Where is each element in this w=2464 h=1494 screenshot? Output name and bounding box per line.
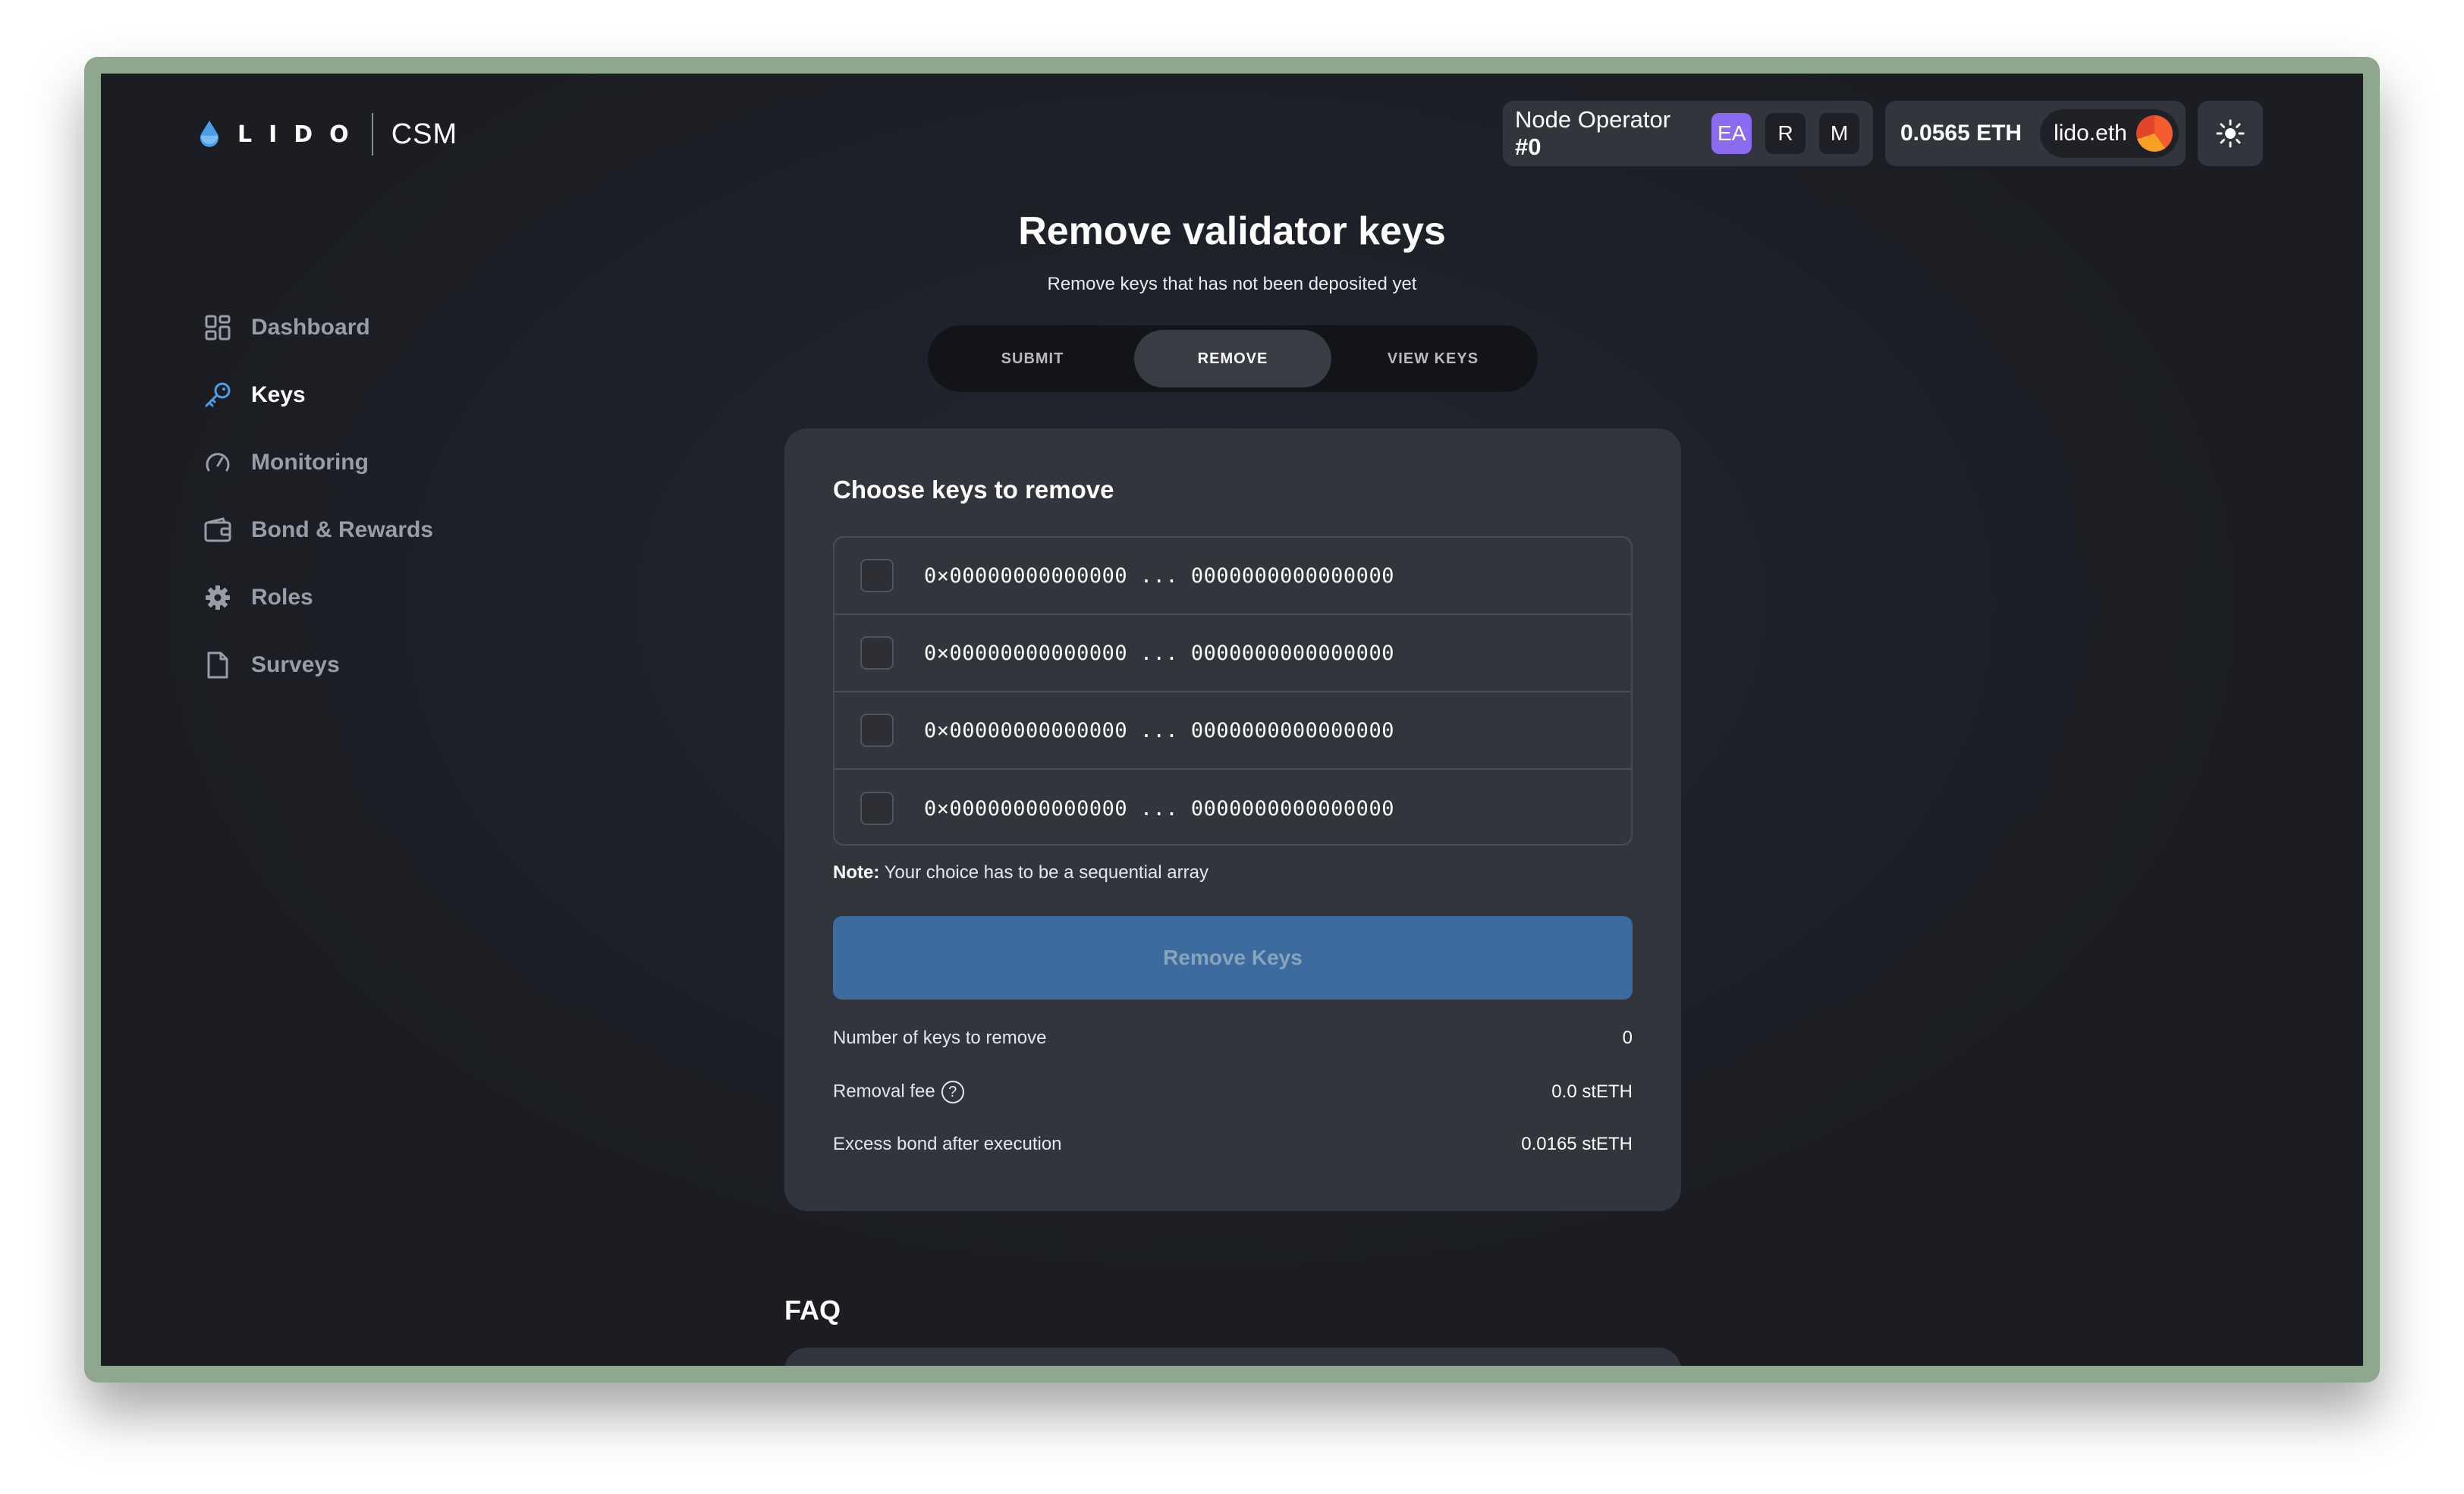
info-value: 0.0 stETH [1551,1081,1633,1102]
ens-pill: lido.eth [2040,109,2179,158]
logo-divider [371,113,373,155]
sidebar-item-label: Bond & Rewards [251,516,434,542]
remove-keys-card: Choose keys to remove 0×00000000000000 .… [784,428,1681,1211]
sidebar-item-label: Surveys [251,651,340,677]
sidebar-item-keys[interactable]: Keys [203,361,433,428]
tab-remove[interactable]: REMOVE [1134,330,1331,388]
sun-icon [2216,119,2245,148]
app-window: LIDO CSM Node Operator #0 EA R M 0.0565 … [101,74,2363,1366]
list-item[interactable]: 0×00000000000000 ... 0000000000000000 [834,770,1631,844]
operator-label: Node Operator #0 [1515,106,1671,160]
info-row-removal-fee: Removal fee? 0.0 stETH [833,1081,1633,1103]
sidebar-item-surveys[interactable]: Surveys [203,631,433,698]
theme-toggle-button[interactable] [2198,101,2263,166]
info-value: 0 [1622,1028,1633,1048]
role-badge-m: M [1819,113,1859,154]
sidebar-item-dashboard[interactable]: Dashboard [203,293,433,361]
product-name: CSM [391,118,458,150]
dashboard-icon [203,312,233,343]
faq-card[interactable] [784,1348,1681,1366]
sidebar-item-roles[interactable]: Roles [203,563,433,631]
account-button[interactable]: 0.0565 ETH lido.eth [1885,101,2186,166]
key-checkbox[interactable] [860,636,894,670]
sidebar-item-bond-rewards[interactable]: Bond & Rewards [203,496,433,563]
info-row-keys-count: Number of keys to remove 0 [833,1028,1633,1049]
tab-view-keys[interactable]: VIEW KEYS [1334,330,1532,388]
sidebar-item-label: Roles [251,584,313,610]
key-pubkey: 0×00000000000000 ... 0000000000000000 [924,796,1394,821]
info-row-excess-bond: Excess bond after execution 0.0165 stETH [833,1134,1633,1155]
sequential-note: Note: Your choice has to be a sequential… [833,862,1208,883]
key-checkbox[interactable] [860,714,894,747]
gear-icon [203,582,233,613]
list-item[interactable]: 0×00000000000000 ... 0000000000000000 [834,692,1631,770]
ens-name: lido.eth [2054,121,2127,146]
list-item[interactable]: 0×00000000000000 ... 0000000000000000 [834,538,1631,615]
logo[interactable]: LIDO CSM [198,111,457,157]
card-title: Choose keys to remove [833,476,1114,504]
faq-title: FAQ [784,1295,841,1326]
key-pubkey: 0×00000000000000 ... 0000000000000000 [924,563,1394,588]
logo-text: LIDO [237,121,366,148]
sidebar-item-label: Monitoring [251,449,369,475]
lido-drop-icon [200,121,218,147]
operator-selector[interactable]: Node Operator #0 EA R M [1503,101,1873,166]
sidebar-item-label: Dashboard [251,314,370,340]
page-subtitle: Remove keys that has not been deposited … [1047,274,1417,294]
sidebar-item-monitoring[interactable]: Monitoring [203,428,433,496]
sidebar-item-label: Keys [251,381,306,407]
info-value: 0.0165 stETH [1521,1134,1633,1154]
remove-keys-button[interactable]: Remove Keys [833,916,1633,1000]
info-label-wrap: Removal fee? [833,1081,964,1103]
document-icon [203,650,233,680]
role-badge-ea: EA [1711,113,1752,154]
key-pubkey: 0×00000000000000 ... 0000000000000000 [924,718,1394,742]
gauge-icon [203,447,233,478]
info-label: Number of keys to remove [833,1028,1047,1048]
role-badge-r: R [1765,113,1806,154]
key-checkbox[interactable] [860,559,894,592]
eth-balance: 0.0565 ETH [1900,121,2022,146]
tab-bar: SUBMIT REMOVE VIEW KEYS [928,325,1538,392]
sidebar: Dashboard Keys Monitoring Bond & Rewards… [203,293,433,698]
wallet-icon [203,515,233,545]
keys-list: 0×00000000000000 ... 0000000000000000 0×… [833,536,1633,846]
avatar [2136,115,2173,152]
info-label: Removal fee [833,1081,935,1102]
key-checkbox[interactable] [860,792,894,825]
page-title: Remove validator keys [1018,209,1446,253]
key-icon [203,380,233,410]
info-label: Excess bond after execution [833,1134,1062,1154]
help-icon[interactable]: ? [941,1081,964,1103]
tab-submit[interactable]: SUBMIT [934,330,1131,388]
list-item[interactable]: 0×00000000000000 ... 0000000000000000 [834,615,1631,692]
key-pubkey: 0×00000000000000 ... 0000000000000000 [924,641,1394,665]
